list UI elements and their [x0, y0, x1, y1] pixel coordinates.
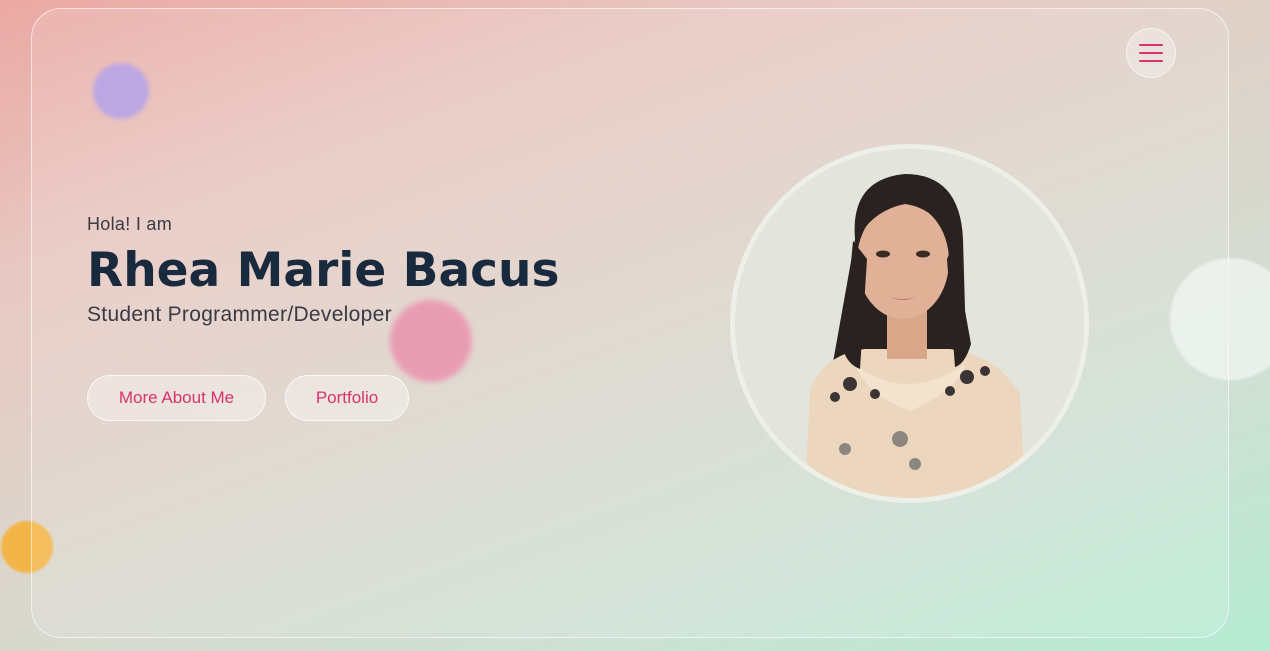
page-title: Rhea Marie Bacus — [87, 243, 560, 298]
portfolio-button[interactable]: Portfolio — [285, 375, 409, 421]
hero-buttons: More About Me Portfolio — [87, 375, 409, 421]
hamburger-menu-icon-line — [1139, 52, 1163, 54]
role-subtitle: Student Programmer/Developer — [87, 303, 392, 327]
more-about-me-button[interactable]: More About Me — [87, 375, 266, 421]
hamburger-menu-button[interactable] — [1126, 28, 1176, 78]
profile-photo — [730, 144, 1089, 503]
greeting-text: Hola! I am — [87, 214, 173, 234]
hamburger-menu-icon-line — [1139, 60, 1163, 62]
profile-photo-illustration — [735, 149, 1084, 498]
hamburger-menu-icon — [1139, 44, 1163, 46]
hero-text: Hola! I am Rhea Marie Bacus Student Prog… — [87, 214, 559, 327]
